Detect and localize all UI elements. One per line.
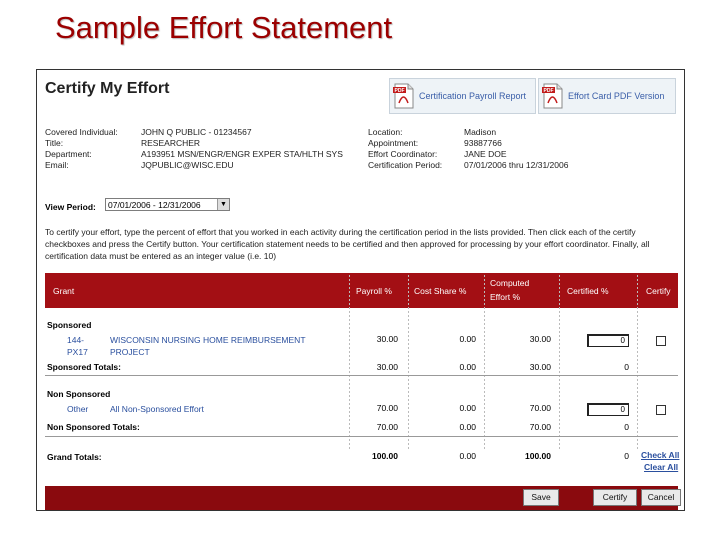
title-label: Title: xyxy=(45,138,64,148)
info-values-right: Madison 93887766 JANE DOE 07/01/2006 thr… xyxy=(464,127,568,171)
check-all-link[interactable]: Check All xyxy=(641,450,679,460)
sponsored-computed: 30.00 xyxy=(529,334,551,344)
grand-total-computed: 100.00 xyxy=(525,451,551,461)
col-header-certify: Certify xyxy=(646,286,671,296)
chevron-down-icon[interactable]: ▼ xyxy=(217,199,229,210)
non-sponsored-totals-label: Non Sponsored Totals: xyxy=(47,422,140,432)
pdf-file-icon: PDF xyxy=(542,83,564,109)
column-divider xyxy=(559,275,560,450)
sponsored-total-payroll: 30.00 xyxy=(376,362,398,372)
non-sponsored-certified-input[interactable]: 0 xyxy=(587,403,629,416)
certification-period-value: 07/01/2006 thru 12/31/2006 xyxy=(464,160,569,170)
grand-total-cost-share: 0.00 xyxy=(459,451,476,461)
certification-period-label: Certification Period: xyxy=(368,160,443,170)
sponsored-totals-label: Sponsored Totals: xyxy=(47,362,121,372)
location-label: Location: xyxy=(368,127,403,137)
column-divider xyxy=(484,275,485,450)
info-values-left: JOHN Q PUBLIC - 01234567 RESEARCHER A193… xyxy=(141,127,343,171)
sponsored-total-cost-share: 0.00 xyxy=(459,362,476,372)
divider xyxy=(45,436,678,437)
title-value: RESEARCHER xyxy=(141,138,201,148)
certification-payroll-report-button[interactable]: PDF Certification Payroll Report xyxy=(389,78,536,114)
department-value: A193951 MSN/ENGR/ENGR EXPER STA/HLTH SYS xyxy=(141,149,343,159)
col-header-grant: Grant xyxy=(53,286,75,296)
sponsored-payroll: 30.00 xyxy=(376,334,398,344)
department-label: Department: xyxy=(45,149,92,159)
column-divider xyxy=(637,275,638,450)
non-sponsored-cost-share: 0.00 xyxy=(459,403,476,413)
section-label-sponsored: Sponsored xyxy=(47,320,92,330)
covered-individual-label: Covered Individual: xyxy=(45,127,118,137)
grant-description-line1[interactable]: WISCONSIN NURSING HOME REIMBURSEMENT xyxy=(110,335,306,345)
appointment-label: Appointment: xyxy=(368,138,419,148)
pdf-button-label: Effort Card PDF Version xyxy=(568,91,665,101)
info-labels-left: Covered Individual: Title: Department: E… xyxy=(45,127,118,171)
view-period-value: 07/01/2006 - 12/31/2006 xyxy=(108,200,201,210)
non-sponsored-computed: 70.00 xyxy=(529,403,551,413)
footer-bar xyxy=(45,486,678,510)
grant-number-other[interactable]: Other xyxy=(67,404,88,414)
view-period-label: View Period: xyxy=(45,202,96,212)
col-header-effort: Effort % xyxy=(490,292,521,302)
column-divider xyxy=(349,275,350,450)
grant-number-line2[interactable]: PX17 xyxy=(67,347,88,357)
non-sponsored-certify-checkbox[interactable] xyxy=(656,405,666,415)
sponsored-total-certified: 0 xyxy=(624,362,629,372)
covered-individual-value: JOHN Q PUBLIC - 01234567 xyxy=(141,127,252,137)
info-labels-right: Location: Appointment: Effort Coordinato… xyxy=(368,127,442,171)
col-header-certified: Certified % xyxy=(567,286,609,296)
grand-total-payroll: 100.00 xyxy=(372,451,398,461)
page-title: Certify My Effort xyxy=(45,80,170,97)
instructions-text: To certify your effort, type the percent… xyxy=(45,227,650,261)
clear-all-link[interactable]: Clear All xyxy=(644,462,678,472)
non-sponsored-total-certified: 0 xyxy=(624,422,629,432)
sponsored-total-computed: 30.00 xyxy=(529,362,551,372)
email-value: JQPUBLIC@WISC.EDU xyxy=(141,160,234,170)
non-sponsored-total-payroll: 70.00 xyxy=(376,422,398,432)
divider xyxy=(45,375,678,376)
col-header-computed: Computed xyxy=(490,278,530,288)
save-button[interactable]: Save xyxy=(523,489,559,506)
grand-totals-label: Grand Totals: xyxy=(47,452,102,462)
certify-button[interactable]: Certify xyxy=(593,489,637,506)
non-sponsored-total-computed: 70.00 xyxy=(529,422,551,432)
grant-description-other[interactable]: All Non-Sponsored Effort xyxy=(110,404,204,414)
sponsored-certified-input[interactable]: 0 xyxy=(587,334,629,347)
column-divider xyxy=(408,275,409,450)
effort-form-window: Certify My Effort PDF Certification Payr… xyxy=(36,69,685,511)
sponsored-certify-checkbox[interactable] xyxy=(656,336,666,346)
cancel-button[interactable]: Cancel xyxy=(641,489,681,506)
section-label-non-sponsored: Non Sponsored xyxy=(47,389,111,399)
non-sponsored-payroll: 70.00 xyxy=(376,403,398,413)
email-label: Email: xyxy=(45,160,69,170)
effort-card-pdf-button[interactable]: PDF Effort Card PDF Version xyxy=(538,78,676,114)
sponsored-cost-share: 0.00 xyxy=(459,334,476,344)
non-sponsored-total-cost-share: 0.00 xyxy=(459,422,476,432)
effort-coordinator-label: Effort Coordinator: xyxy=(368,149,438,159)
col-header-payroll: Payroll % xyxy=(356,286,392,296)
svg-text:PDF: PDF xyxy=(395,88,405,94)
grand-total-certified: 0 xyxy=(624,451,629,461)
pdf-button-label: Certification Payroll Report xyxy=(419,91,527,101)
effort-coordinator-value: JANE DOE xyxy=(464,149,507,159)
slide-title: Sample Effort Statement xyxy=(55,10,393,45)
grant-description-line2[interactable]: PROJECT xyxy=(110,347,150,357)
location-value: Madison xyxy=(464,127,497,137)
grant-number-line1[interactable]: 144- xyxy=(67,335,84,345)
view-period-select[interactable]: 07/01/2006 - 12/31/2006 ▼ xyxy=(105,198,230,211)
col-header-cost-share: Cost Share % xyxy=(414,286,467,296)
svg-text:PDF: PDF xyxy=(544,88,554,94)
appointment-value: 93887766 xyxy=(464,138,502,148)
pdf-file-icon: PDF xyxy=(393,83,415,109)
